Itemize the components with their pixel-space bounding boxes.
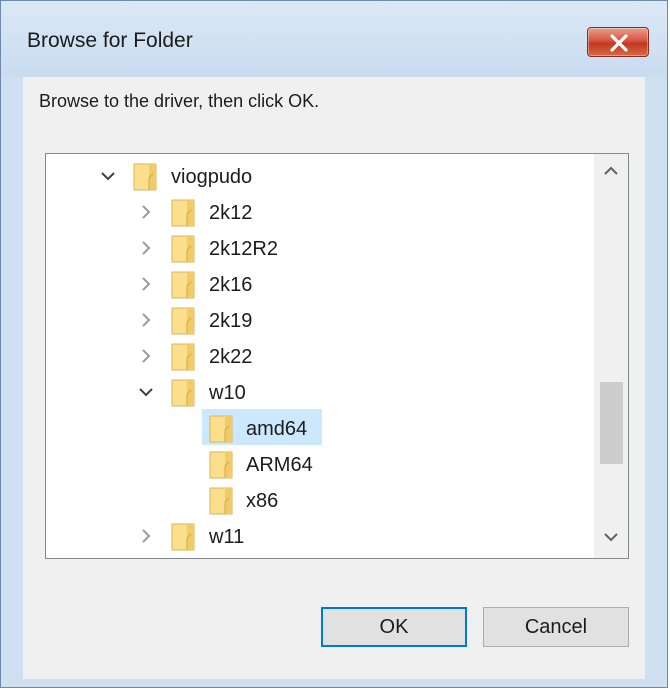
- tree-item[interactable]: 2k19: [46, 302, 606, 338]
- folder-icon: [209, 451, 233, 479]
- tree-item-label: ARM64: [246, 454, 313, 476]
- chevron-right-icon[interactable]: [136, 310, 156, 330]
- folder-icon: [209, 415, 233, 443]
- folder-tree[interactable]: viogpudo 2k12 2k12R2 2k16 2k19 2k22 w10 amd64 AR…: [45, 153, 629, 559]
- tree-item[interactable]: 2k12: [46, 194, 606, 230]
- scroll-thumb[interactable]: [600, 382, 623, 464]
- folder-icon: [171, 379, 195, 407]
- folder-icon: [171, 343, 195, 371]
- dialog-title: Browse for Folder: [27, 29, 193, 52]
- chevron-right-icon[interactable]: [136, 274, 156, 294]
- chevron-down-icon[interactable]: [98, 166, 118, 186]
- tree-item[interactable]: viogpudo: [46, 158, 606, 194]
- tree-item-label: viogpudo: [171, 166, 253, 188]
- tree-item[interactable]: w10: [46, 374, 606, 410]
- tree-item[interactable]: x86: [46, 482, 606, 518]
- tree-item[interactable]: amd64: [46, 409, 606, 446]
- vertical-scrollbar[interactable]: [594, 154, 628, 558]
- folder-icon: [171, 235, 195, 263]
- chevron-down-icon[interactable]: [136, 382, 156, 402]
- tree-item-label: 2k19: [209, 310, 253, 332]
- folder-icon: [171, 523, 195, 551]
- close-button[interactable]: [587, 27, 649, 57]
- tree-item-label: 2k16: [209, 274, 253, 296]
- chevron-right-icon[interactable]: [136, 202, 156, 222]
- scroll-down-icon[interactable]: [602, 528, 620, 546]
- folder-icon: [171, 307, 195, 335]
- folder-icon: [171, 199, 195, 227]
- tree-item-label: 2k12: [209, 202, 253, 224]
- chevron-right-icon[interactable]: [136, 346, 156, 366]
- instruction-text: Browse to the driver, then click OK.: [39, 91, 320, 111]
- tree-item-label: 2k22: [209, 346, 253, 368]
- dialog-body: Browse to the driver, then click OK. vio…: [23, 77, 645, 679]
- tree-item[interactable]: 2k12R2: [46, 230, 606, 266]
- browse-for-folder-dialog: Browse for Folder Browse to the driver, …: [0, 0, 668, 688]
- tree-item[interactable]: 2k16: [46, 266, 606, 302]
- cancel-button[interactable]: Cancel: [483, 607, 629, 647]
- tree-item-label: 2k12R2: [209, 238, 278, 260]
- folder-icon: [171, 271, 195, 299]
- tree-item[interactable]: ARM64: [46, 446, 606, 482]
- chevron-right-icon[interactable]: [136, 238, 156, 258]
- tree-item-label: w11: [209, 526, 245, 548]
- tree-item-label: amd64: [246, 418, 308, 440]
- close-icon: [610, 34, 628, 52]
- tree-item-label: w10: [209, 382, 246, 404]
- ok-button[interactable]: OK: [321, 607, 467, 647]
- tree-item-label: x86: [246, 490, 279, 512]
- title-bar[interactable]: Browse for Folder: [1, 1, 667, 77]
- folder-icon: [209, 487, 233, 515]
- chevron-right-icon[interactable]: [136, 526, 156, 546]
- scroll-up-icon[interactable]: [602, 162, 620, 180]
- tree-item[interactable]: 2k22: [46, 338, 606, 374]
- tree-item[interactable]: w11: [46, 518, 606, 554]
- folder-icon: [133, 163, 157, 191]
